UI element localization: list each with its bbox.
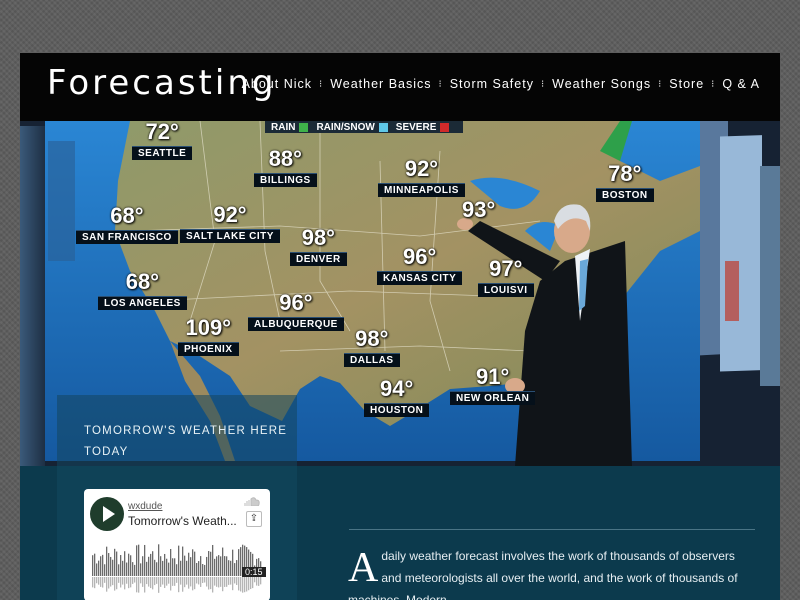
map-city-louisville: 97° LOUISVI bbox=[478, 258, 534, 298]
nav-q-and-a[interactable]: Q & A bbox=[722, 77, 760, 91]
map-city-dallas: 98° DALLAS bbox=[344, 328, 400, 368]
site-header: Forecasting About Nick ⁝ Weather Basics … bbox=[20, 53, 780, 121]
track-duration: 0:15 bbox=[242, 567, 266, 577]
site-tagline: Tomorrow's Weather Here Today bbox=[84, 425, 288, 458]
main-nav: About Nick ⁝ Weather Basics ⁝ Storm Safe… bbox=[242, 77, 760, 91]
article-dropcap: A bbox=[348, 545, 379, 591]
nav-separator: ⁝ bbox=[711, 78, 716, 90]
legend-severe: SEVERE bbox=[395, 121, 437, 133]
map-city-chicago: 93° bbox=[462, 197, 496, 222]
map-city-seattle: 72° SEATTLE bbox=[132, 121, 193, 161]
map-city-kansas-city: 96° KANSAS CITY bbox=[377, 246, 463, 286]
legend-rain-snow-swatch bbox=[378, 122, 388, 132]
map-city-albuquerque: 96° ALBUQUERQUE bbox=[248, 292, 344, 332]
legend-rain-snow: RAIN/SNOW bbox=[316, 121, 375, 133]
nav-about-nick[interactable]: About Nick bbox=[242, 77, 312, 91]
site-container: Forecasting About Nick ⁝ Weather Basics … bbox=[20, 53, 780, 600]
article-body: A daily weather forecast involves the wo… bbox=[348, 545, 758, 600]
map-city-san-francisco: 68° SAN FRANCISCO bbox=[76, 205, 178, 245]
map-city-houston: 94° HOUSTON bbox=[364, 378, 430, 418]
map-city-new-orleans: 91° NEW ORLEAN bbox=[450, 366, 536, 406]
map-city-salt-lake-city: 92° SALT LAKE CITY bbox=[180, 204, 280, 244]
map-legend: RAIN RAIN/SNOW SEVERE bbox=[265, 121, 464, 133]
nav-weather-basics[interactable]: Weather Basics bbox=[330, 77, 431, 91]
map-city-denver: 98° DENVER bbox=[290, 227, 347, 267]
nav-store[interactable]: Store bbox=[669, 77, 704, 91]
legend-rain-swatch bbox=[299, 122, 309, 132]
waveform[interactable] bbox=[92, 541, 262, 596]
nav-separator: ⁝ bbox=[540, 78, 546, 90]
article-text: daily weather forecast involves the work… bbox=[348, 549, 738, 600]
map-city-los-angeles: 68° LOS ANGELES bbox=[98, 271, 187, 311]
nav-separator: ⁝ bbox=[438, 78, 443, 90]
play-button[interactable] bbox=[90, 497, 124, 531]
track-title[interactable]: Tomorrow's Weath... bbox=[128, 514, 237, 528]
soundcloud-icon[interactable] bbox=[244, 497, 260, 506]
map-city-phoenix: 109° PHOENIX bbox=[178, 317, 239, 357]
nav-separator: ⁝ bbox=[319, 78, 324, 90]
legend-severe-swatch bbox=[440, 122, 450, 132]
track-artist-link[interactable]: wxdude bbox=[128, 501, 162, 512]
map-city-boston: 78° BOSTON bbox=[596, 163, 654, 203]
soundcloud-player: wxdude Tomorrow's Weath... ⇪ 0:15 bbox=[84, 489, 270, 600]
nav-storm-safety[interactable]: Storm Safety bbox=[450, 77, 534, 91]
content-divider bbox=[349, 529, 755, 530]
map-city-minneapolis: 92° MINNEAPOLIS bbox=[378, 158, 465, 198]
nav-weather-songs[interactable]: Weather Songs bbox=[552, 77, 651, 91]
map-city-billings: 88° BILLINGS bbox=[254, 148, 317, 188]
share-icon[interactable]: ⇪ bbox=[246, 511, 262, 527]
nav-separator: ⁝ bbox=[658, 78, 663, 90]
legend-rain: RAIN bbox=[271, 121, 296, 133]
